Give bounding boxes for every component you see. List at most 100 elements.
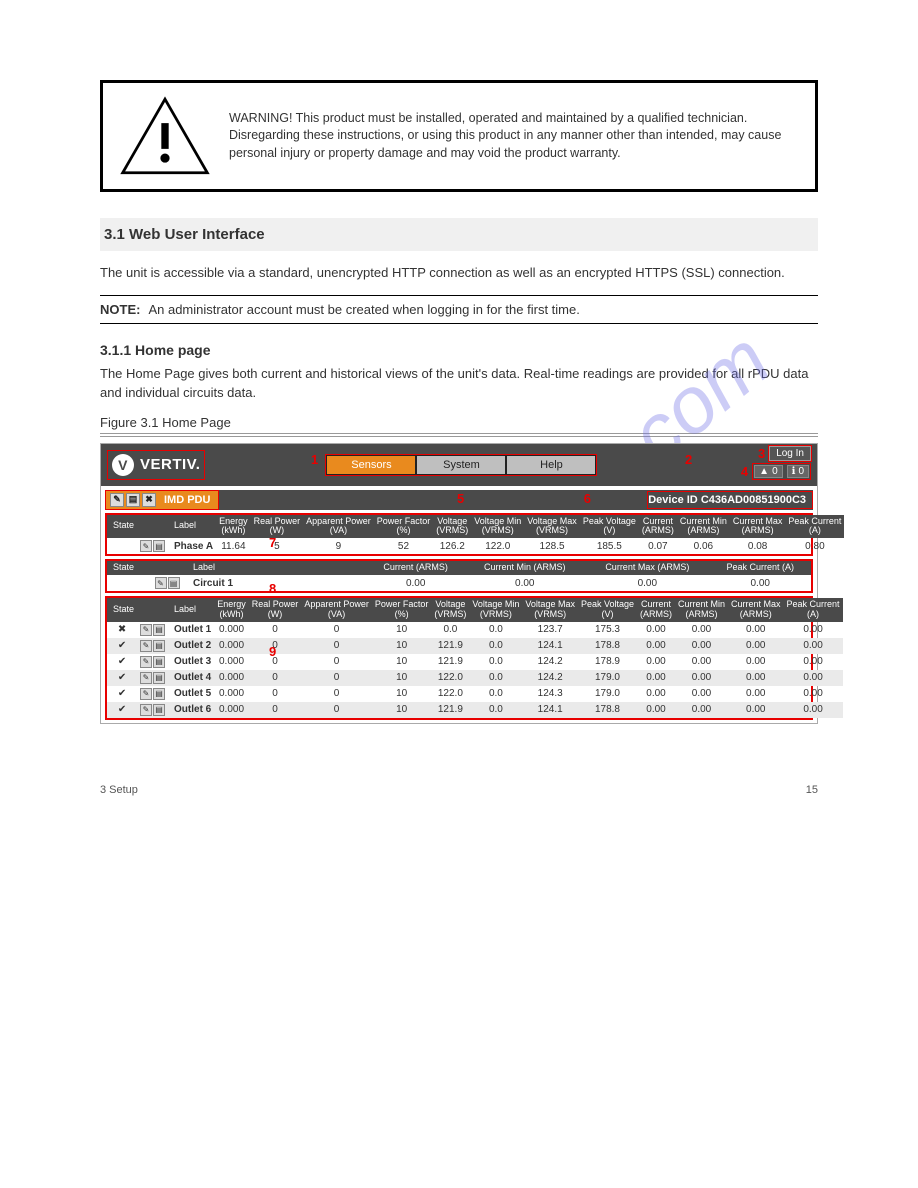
alarm-badge[interactable]: ▲ 0 [754,465,782,478]
row-chart-icon[interactable]: ▤ [153,624,165,636]
row-chart-icon[interactable]: ▤ [153,656,165,668]
outlet-energy: 0.000 [214,686,249,702]
outlet-curmin: 0.00 [675,702,728,718]
outlet-state: ✖ [107,622,137,638]
row-config-icon[interactable]: ✎ [140,672,152,684]
phase-col-6: Power Factor(%) [374,515,434,539]
phase-col-10: Peak Voltage(V) [580,515,639,539]
section-title: 3.1 Web User Interface [100,218,818,251]
chart-icon[interactable]: ▤ [126,493,140,507]
row-config-icon[interactable]: ✎ [140,624,152,636]
device-bar: ✎ ▤ ✖ IMD PDU 5 6 Device ID C436AD008519… [105,490,813,510]
outlet-curmax: 0.00 [728,686,784,702]
row-chart-icon[interactable]: ▤ [153,704,165,716]
row-chart-icon[interactable]: ▤ [153,640,165,652]
row-config-icon[interactable]: ✎ [155,577,167,589]
outlet-col-4: Real Power(W) [249,598,302,622]
table-row: ✎▤ Circuit 1 0.00 0.00 0.00 0.00 [107,575,811,591]
tab-help[interactable]: Help [506,455,596,475]
phase-col-2: Label [168,515,216,539]
config-icon[interactable]: ✎ [110,493,124,507]
delete-icon[interactable]: ✖ [142,493,156,507]
outlet-vmax: 124.2 [522,654,578,670]
phase-pf: 52 [374,538,434,554]
phase-table: StateLabelEnergy(kWh)Real Power(W)Appare… [107,515,844,555]
outlet-v: 122.0 [431,686,469,702]
outlet-app: 0 [301,686,372,702]
col-state: State [107,561,147,575]
table-row: ✔✎▤Outlet 60.0000010121.90.0124.1178.80.… [107,702,843,718]
row-config-icon[interactable]: ✎ [140,704,152,716]
outlet-v: 121.9 [431,654,469,670]
phase-energy: 11.64 [216,538,251,554]
col-peakc: Peak Current (A) [709,561,811,575]
phase-real: 5 [251,538,304,554]
outlet-peakv: 178.8 [578,638,637,654]
outlet-cur: 0.00 [637,654,675,670]
row-config-icon[interactable]: ✎ [140,656,152,668]
outlet-vmax: 123.7 [522,622,578,638]
row-config-icon[interactable]: ✎ [140,688,152,700]
info-badge[interactable]: ℹ 0 [787,465,809,478]
tab-system[interactable]: System [416,455,506,475]
outlet-curmax: 0.00 [728,702,784,718]
outlet-app: 0 [301,622,372,638]
outlet-pf: 10 [372,654,432,670]
row-config-icon[interactable]: ✎ [140,640,152,652]
warning-icon [119,95,211,177]
outlet-cur: 0.00 [637,686,675,702]
row-chart-icon[interactable]: ▤ [153,688,165,700]
screenshot-home-page: V VERTIV. 1 Sensors System Help 2 3 Log … [100,443,818,724]
phase-vmax: 128.5 [524,538,580,554]
outlet-col-3: Energy(kWh) [214,598,249,622]
phase-col-0: State [107,515,137,539]
warning-text: WARNING! This product must be installed,… [229,110,799,163]
row-config-icon[interactable]: ✎ [140,540,152,552]
phase-col-3: Energy(kWh) [216,515,251,539]
outlet-curmin: 0.00 [675,686,728,702]
home-text: The Home Page gives both current and his… [100,364,818,403]
outlet-peakc: 0.00 [784,670,843,686]
note-block: NOTE: An administrator account must be c… [100,295,818,324]
phase-col-11: Current(ARMS) [639,515,677,539]
phase-peakv: 185.5 [580,538,639,554]
outlet-v: 121.9 [431,638,469,654]
outlet-col-10: Peak Voltage(V) [578,598,637,622]
phase-app: 9 [303,538,374,554]
table-row: ✔✎▤Outlet 50.0000010122.00.0124.3179.00.… [107,686,843,702]
outlet-state: ✔ [107,686,137,702]
outlet-peakc: 0.00 [784,686,843,702]
outlet-app: 0 [301,670,372,686]
circuit-label: Circuit 1 [187,575,367,591]
phase-peakc: 0.80 [785,538,844,554]
outlet-vmax: 124.1 [522,702,578,718]
outlets-section: 9 StateLabelEnergy(kWh)Real Power(W)Appa… [105,596,813,720]
row-chart-icon[interactable]: ▤ [153,540,165,552]
phase-col-13: Current Max(ARMS) [730,515,786,539]
outlet-cur: 0.00 [637,670,675,686]
phase-vmin: 122.0 [471,538,524,554]
row-chart-icon[interactable]: ▤ [153,672,165,684]
login-button[interactable]: Log In [769,446,811,461]
outlet-real: 0 [249,670,302,686]
tab-sensors[interactable]: Sensors [326,455,416,475]
outlet-state: ✔ [107,654,137,670]
row-chart-icon[interactable]: ▤ [168,577,180,589]
outlet-vmin: 0.0 [469,622,522,638]
circuit-table: State Label Current (ARMS) Current Min (… [107,561,811,591]
vertiv-logo-icon: V [112,454,134,476]
outlet-energy: 0.000 [214,670,249,686]
alarm-count: 0 [772,466,778,477]
outlet-cur: 0.00 [637,702,675,718]
col-blank [147,561,187,575]
phase-cur: 0.07 [639,538,677,554]
outlet-col-5: Apparent Power(VA) [301,598,372,622]
outlet-pf: 10 [372,702,432,718]
col-curmin: Current Min (ARMS) [464,561,585,575]
outlet-label: Outlet 2 [168,638,214,654]
phase-col-12: Current Min(ARMS) [677,515,730,539]
outlet-label: Outlet 5 [168,686,214,702]
outlet-vmin: 0.0 [469,654,522,670]
outlet-vmax: 124.3 [522,686,578,702]
outlet-vmin: 0.0 [469,638,522,654]
